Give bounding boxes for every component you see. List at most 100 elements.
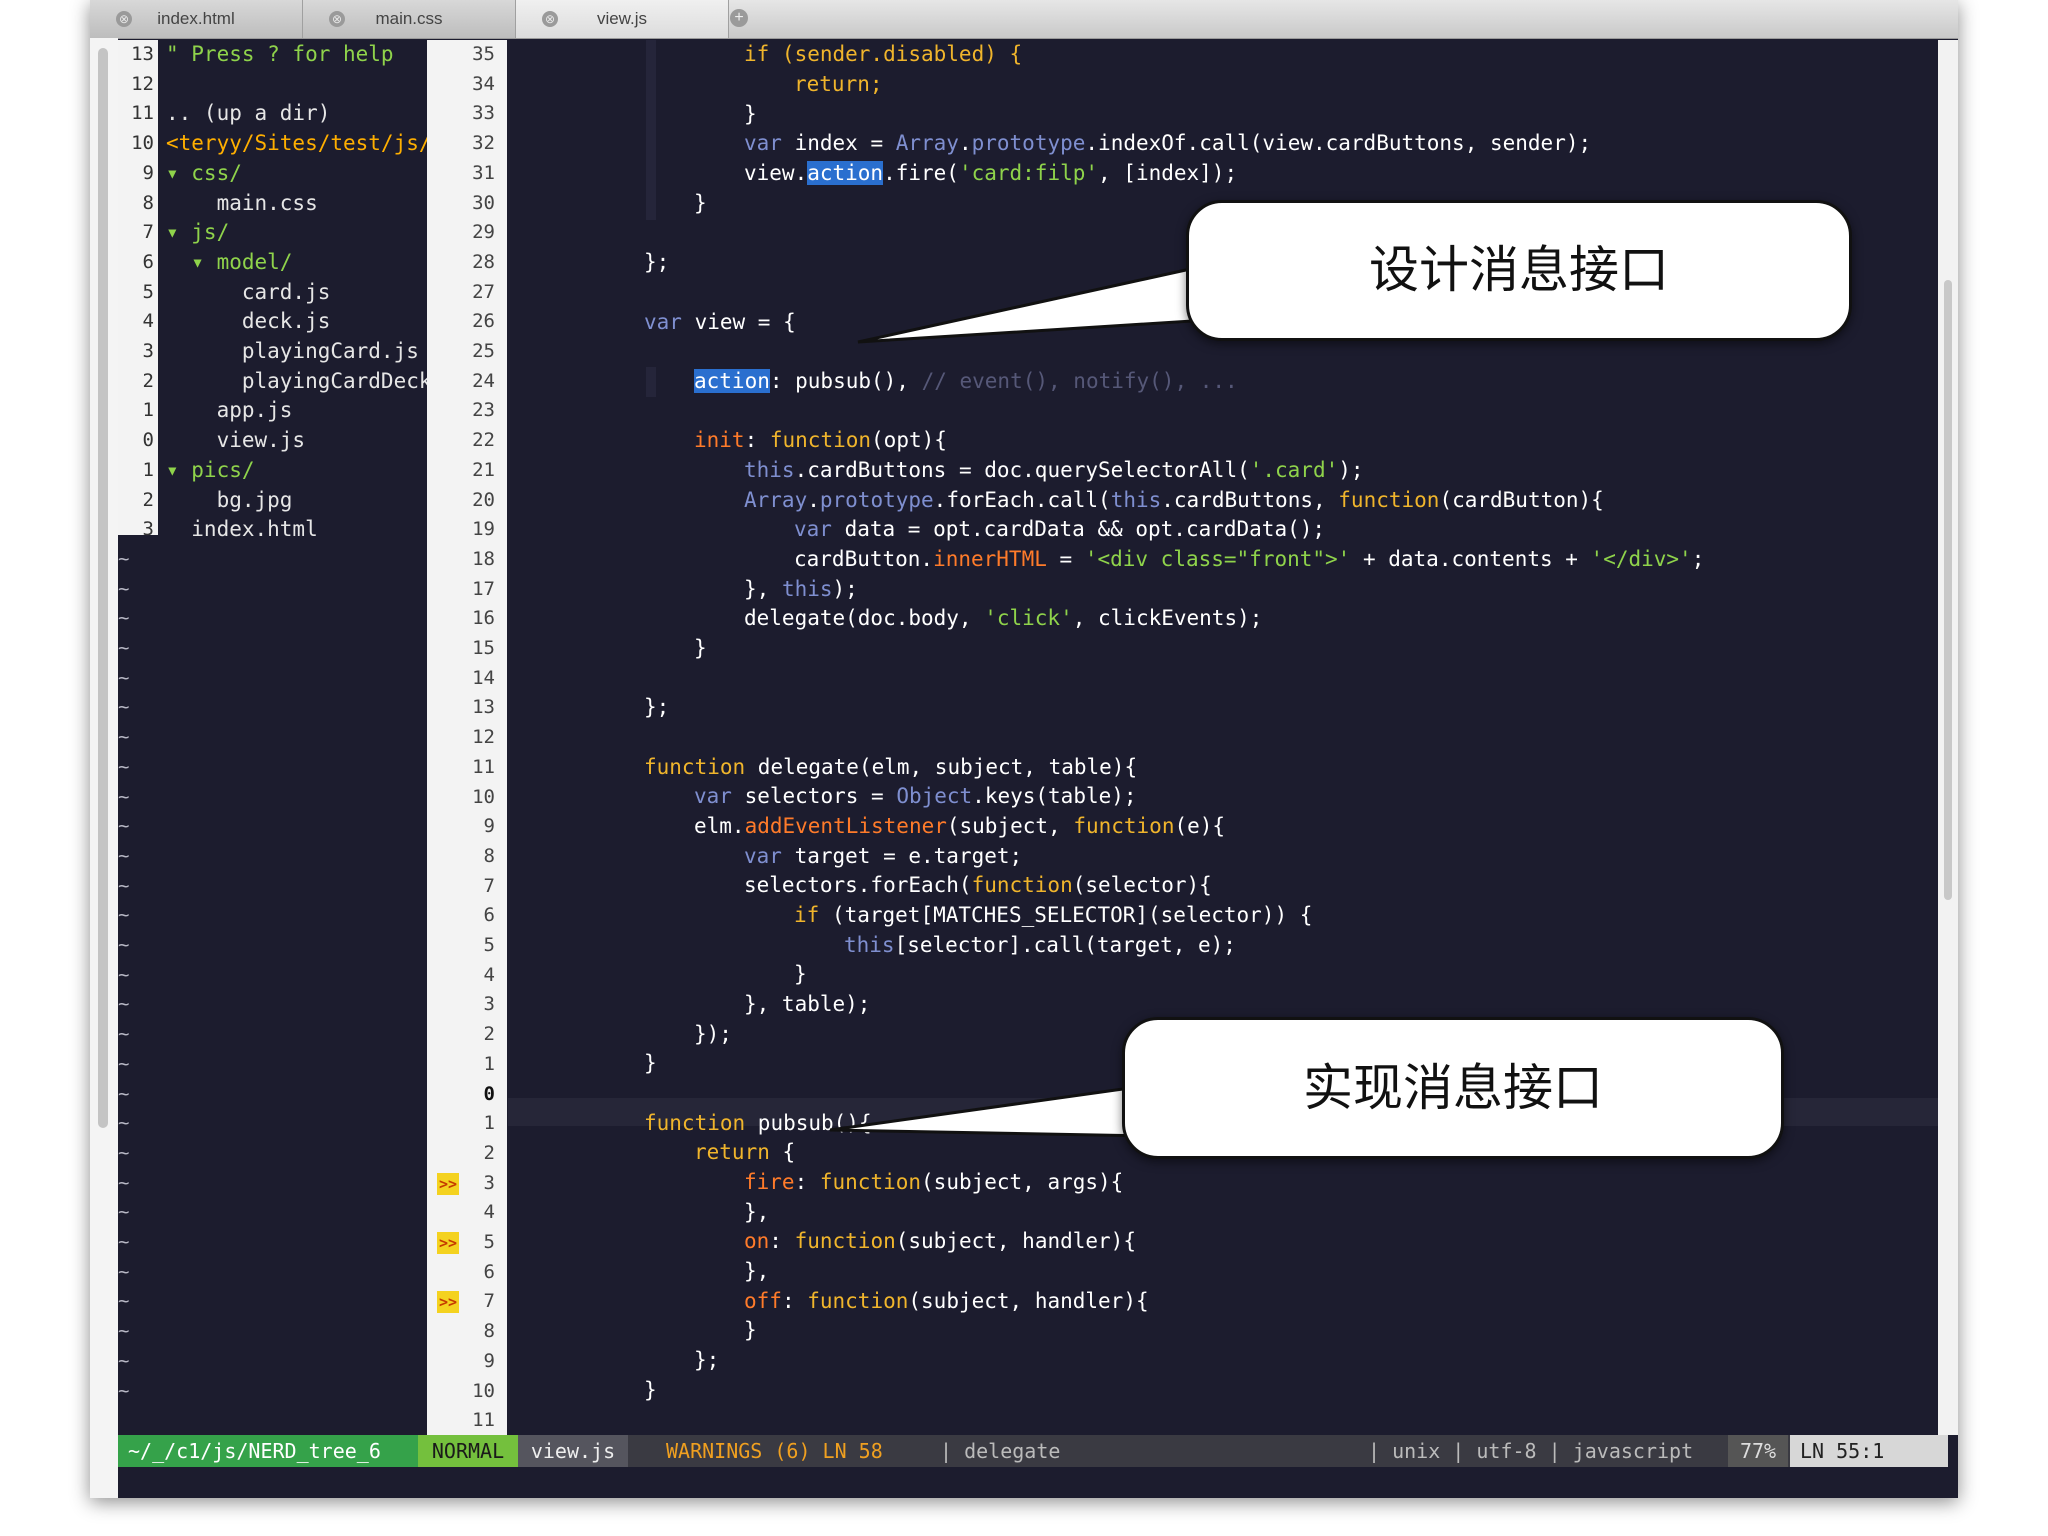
line-number: 21 xyxy=(472,458,495,481)
tree-item[interactable]: ▾ pics/ xyxy=(166,456,255,486)
status-encoding: | unix | utf-8 | javascript xyxy=(1368,1439,1694,1463)
code-token: : pubsub(), xyxy=(769,369,922,393)
tab-index-html[interactable]: ⊗ index.html xyxy=(90,0,303,38)
code-token: function xyxy=(644,1111,746,1135)
tree-item[interactable]: view.js xyxy=(166,426,306,456)
close-tab-icon[interactable]: ⊗ xyxy=(329,11,345,27)
tree-item[interactable]: card.js xyxy=(166,278,331,308)
code-token: '.card' xyxy=(1249,458,1339,482)
code-token: Array xyxy=(895,131,959,155)
code-token: }; xyxy=(644,250,670,274)
code-token: function xyxy=(769,428,872,452)
line-number: 10 xyxy=(472,1379,495,1402)
tab-label: index.html xyxy=(157,9,235,28)
tree-item[interactable]: main.css xyxy=(166,189,318,219)
code-token: }, table); xyxy=(744,992,871,1016)
empty-line-marker: ~ xyxy=(118,577,130,600)
code-token: { xyxy=(769,1140,796,1164)
empty-line-marker: ~ xyxy=(118,963,130,986)
code-token: function xyxy=(1338,488,1440,512)
code-token: selectors.forEach( xyxy=(744,873,972,897)
code-token: function xyxy=(807,1289,909,1313)
code-token: return xyxy=(694,1140,770,1164)
empty-line-marker: ~ xyxy=(118,785,130,808)
tree-item[interactable]: .. (up a dir) xyxy=(166,99,330,129)
tree-item[interactable]: ▾ model/ xyxy=(166,248,292,278)
code-token: (subject, args){ xyxy=(921,1170,1124,1194)
code-token: , [index]); xyxy=(1098,161,1238,185)
status-function: | delegate xyxy=(940,1439,1061,1463)
code-token: } xyxy=(694,636,707,660)
code-token: } xyxy=(794,962,807,986)
scrollbar-thumb[interactable] xyxy=(1944,280,1952,900)
close-tab-icon[interactable]: ⊗ xyxy=(116,11,132,27)
code-token: ); xyxy=(832,577,858,601)
code-line: } xyxy=(694,189,707,219)
right-scrollbar[interactable] xyxy=(1938,40,1958,1435)
code-token: addEventListener xyxy=(744,814,947,838)
line-number: 11 xyxy=(472,755,495,778)
code-line: } xyxy=(744,100,757,130)
line-number: 4 xyxy=(483,1201,495,1224)
code-token: off xyxy=(744,1289,782,1313)
code-token: 'click' xyxy=(984,606,1073,630)
status-percent: 77% xyxy=(1728,1435,1788,1467)
code-token: } xyxy=(644,1051,657,1075)
empty-line-marker: ~ xyxy=(118,726,130,749)
line-number: 13 xyxy=(472,696,495,719)
code-token: this xyxy=(744,458,795,482)
code-line: var index = Array.prototype.indexOf.call… xyxy=(744,129,1591,159)
syntastic-warning-sign[interactable]: >> xyxy=(437,1232,459,1254)
split-separator[interactable] xyxy=(420,40,426,1435)
tree-item[interactable]: deck.js xyxy=(166,307,331,337)
code-token: on xyxy=(744,1229,770,1253)
new-tab-icon[interactable]: + xyxy=(730,9,748,27)
status-position: LN 55:1 xyxy=(1790,1435,1948,1467)
tree-item[interactable]: ▾ css/ xyxy=(166,159,242,189)
code-token: prototype xyxy=(819,488,934,512)
line-number: 6 xyxy=(483,1260,495,1283)
tree-line-number: 0 xyxy=(142,429,154,452)
tree-item[interactable]: <teryy/Sites/test/js/ xyxy=(166,129,432,159)
callout-implement-interface: 实现消息接口 xyxy=(1122,1017,1784,1159)
code-token: view = { xyxy=(681,310,796,334)
code-token: delegate(elm, subject, table){ xyxy=(745,755,1138,779)
syntastic-warning-sign[interactable]: >> xyxy=(437,1172,459,1195)
tree-item[interactable]: playingCard.js xyxy=(166,337,419,367)
tree-line-number: 3 xyxy=(142,518,154,541)
left-scrollbar[interactable] xyxy=(90,38,118,1498)
empty-line-marker: ~ xyxy=(118,904,130,927)
code-line: action: pubsub(), // event(), notify(), … xyxy=(694,367,1238,397)
code-token: init xyxy=(694,428,745,452)
scrollbar-thumb[interactable] xyxy=(98,48,108,1128)
tree-line-number: 1 xyxy=(142,458,154,481)
empty-line-marker: ~ xyxy=(118,1023,130,1046)
tree-item[interactable]: bg.jpg xyxy=(166,486,293,516)
tab-main-css[interactable]: ⊗ main.css xyxy=(303,0,516,38)
tab-view-js[interactable]: ⊗ view.js xyxy=(516,0,729,38)
code-token: [selector].call(target, e); xyxy=(894,933,1236,957)
code-token: (subject, handler){ xyxy=(895,1229,1136,1253)
code-line: var target = e.target; xyxy=(744,842,1022,872)
close-tab-icon[interactable]: ⊗ xyxy=(542,11,558,27)
code-token: : xyxy=(744,428,770,452)
tree-line-number: 3 xyxy=(142,340,154,362)
status-warnings[interactable]: WARNINGS (6) LN 58 xyxy=(666,1435,883,1467)
code-token: elm. xyxy=(694,814,745,838)
tree-item[interactable]: index.html xyxy=(166,515,317,545)
code-token: ; xyxy=(1691,547,1705,571)
tab-label: view.js xyxy=(596,9,648,28)
line-number: 33 xyxy=(472,102,495,125)
empty-line-marker: ~ xyxy=(118,1349,130,1372)
tree-line-number: 6 xyxy=(142,250,154,273)
code-token: .forEach.call( xyxy=(933,488,1111,512)
tree-item[interactable]: app.js xyxy=(166,396,293,426)
tree-item[interactable]: ▾ js/ xyxy=(166,218,229,248)
indent-guide xyxy=(646,367,656,397)
code-token: }; xyxy=(644,695,670,719)
nerd-tree-pane: 13 " Press ? for help 12 11.. (up a dir) 10 <… xyxy=(118,40,469,1435)
line-number-gutter: 35 34 33 32 31 30 29 28 27 26 25 24 23 22 21 20 19 18 17 16… xyxy=(427,40,507,1435)
syntastic-warning-sign[interactable]: >> xyxy=(437,1291,459,1314)
tree-line-number: 1 xyxy=(142,399,154,422)
code-token: ); xyxy=(1338,458,1364,482)
